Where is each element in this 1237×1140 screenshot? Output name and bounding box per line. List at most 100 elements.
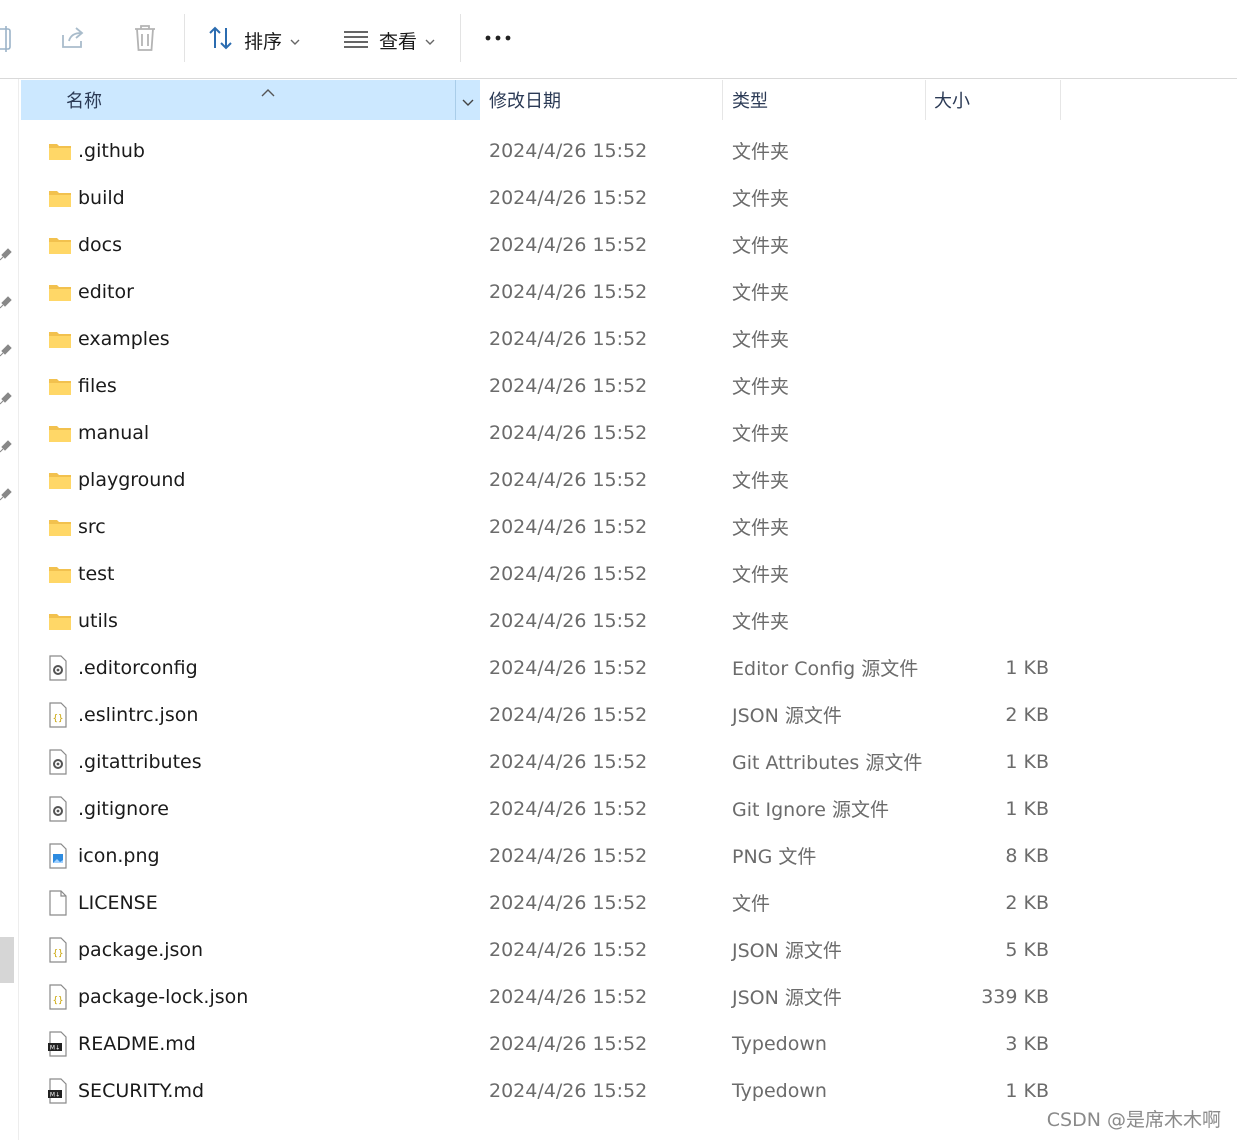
file-modified-date: 2024/4/26 15:52 [489,844,648,867]
file-name: editor [78,280,134,303]
file-name: package.json [78,938,204,961]
file-size: 1 KB [1005,1079,1049,1102]
more-options-button[interactable] [484,30,512,50]
file-modified-date: 2024/4/26 15:52 [489,656,648,679]
svg-text:M↓: M↓ [50,1044,60,1051]
file-row[interactable]: editor 2024/4/26 15:52 文件夹 [21,268,1061,315]
delete-button[interactable] [132,24,158,56]
file-row[interactable]: test 2024/4/26 15:52 文件夹 [21,550,1061,597]
file-type: 文件夹 [732,611,790,633]
file-row[interactable]: utils 2024/4/26 15:52 文件夹 [21,597,1061,644]
file-row[interactable]: docs 2024/4/26 15:52 文件夹 [21,221,1061,268]
file-type: 文件夹 [732,564,790,586]
command-bar: 排序 查看 [0,0,1237,79]
file-row[interactable]: files 2024/4/26 15:52 文件夹 [21,362,1061,409]
chevron-down-icon [425,31,435,50]
column-divider[interactable] [925,80,926,120]
file-row[interactable]: M↓ README.md 2024/4/26 15:52 Typedown 3 KB [21,1020,1061,1067]
file-modified-date: 2024/4/26 15:52 [489,139,648,162]
file-row[interactable]: build 2024/4/26 15:52 文件夹 [21,174,1061,221]
view-button[interactable]: 查看 [343,25,435,55]
file-name: build [78,186,125,209]
file-size [925,174,1049,221]
share-button[interactable] [60,25,86,55]
file-size [925,221,1049,268]
column-header-type[interactable]: 类型 [732,80,924,120]
image-file-icon [48,832,72,879]
column-divider[interactable] [722,80,723,120]
column-header-size[interactable]: 大小 [934,80,1058,120]
column-header-name-label: 名称 [66,91,102,112]
file-modified-date: 2024/4/26 15:52 [489,374,648,397]
file-row[interactable]: .editorconfig 2024/4/26 15:52 Editor Confi… [21,644,1061,691]
pin-icon [0,488,12,501]
file-row[interactable]: M↓ SECURITY.md 2024/4/26 15:52 Typedown 1 KB [21,1067,1061,1114]
file-row[interactable]: manual 2024/4/26 15:52 文件夹 [21,409,1061,456]
folder-icon [48,597,72,644]
column-header-size-label: 大小 [934,91,970,112]
file-type: Git Attributes 源文件 [732,752,923,774]
column-header-name[interactable]: 名称 [21,80,479,120]
file-name: .eslintrc.json [78,703,199,726]
file-row[interactable]: src 2024/4/26 15:52 文件夹 [21,503,1061,550]
rename-button[interactable] [0,26,14,56]
svg-text:{}: {} [53,996,64,1006]
view-list-icon [343,25,369,55]
column-divider[interactable] [1060,80,1061,120]
file-row[interactable]: .github 2024/4/26 15:52 文件夹 [21,127,1061,174]
file-size [925,503,1049,550]
file-modified-date: 2024/4/26 15:52 [489,515,648,538]
file-size: 1 KB [1005,797,1049,820]
folder-icon [48,409,72,456]
file-type: 文件 [732,893,771,915]
file-modified-date: 2024/4/26 15:52 [489,233,648,256]
svg-text:M↓: M↓ [50,1091,60,1098]
file-modified-date: 2024/4/26 15:52 [489,186,648,209]
svg-text:{}: {} [53,714,64,724]
file-size [925,268,1049,315]
file-size: 2 KB [1005,703,1049,726]
file-size [925,550,1049,597]
column-header-type-label: 类型 [732,91,768,112]
file-size [925,597,1049,644]
file-row[interactable]: {} package.json 2024/4/26 15:52 JSON 源文件 5 K… [21,926,1061,973]
folder-icon [48,268,72,315]
view-label: 查看 [379,30,418,53]
pin-icon [0,248,12,261]
file-row[interactable]: examples 2024/4/26 15:52 文件夹 [21,315,1061,362]
file-name: files [78,374,117,397]
watermark: CSDN @是席木木啊 [1046,1109,1221,1131]
file-type: Typedown [732,1079,827,1102]
toolbar-divider [460,14,461,62]
trash-icon [132,24,158,56]
file-type: Git Ignore 源文件 [732,799,889,821]
column-header-date[interactable]: 修改日期 [489,80,721,120]
json-file-icon: {} [48,973,72,1020]
file-row[interactable]: LICENSE 2024/4/26 15:52 文件 2 KB [21,879,1061,926]
file-row[interactable]: .gitignore 2024/4/26 15:52 Git Ignore 源文件 1… [21,785,1061,832]
folder-icon [48,174,72,221]
file-row[interactable]: playground 2024/4/26 15:52 文件夹 [21,456,1061,503]
file-name: icon.png [78,844,160,867]
markdown-file-icon: M↓ [48,1067,72,1114]
file-modified-date: 2024/4/26 15:52 [489,797,648,820]
file-name: .github [78,139,145,162]
file-type: Editor Config 源文件 [732,658,919,680]
file-modified-date: 2024/4/26 15:52 [489,1032,648,1055]
sort-button[interactable]: 排序 [208,25,300,55]
file-size: 1 KB [1005,750,1049,773]
file-modified-date: 2024/4/26 15:52 [489,985,648,1008]
scrollbar-thumb[interactable] [0,937,14,983]
file-row[interactable]: .gitattributes 2024/4/26 15:52 Git Attribu… [21,738,1061,785]
file-row[interactable]: {} .eslintrc.json 2024/4/26 15:52 JSON 源文件 2… [21,691,1061,738]
toolbar-divider [184,14,185,62]
file-name: examples [78,327,170,350]
file-size [925,127,1049,174]
config-file-icon [48,785,72,832]
column-filter-dropdown[interactable] [455,80,480,120]
file-modified-date: 2024/4/26 15:52 [489,938,648,961]
file-row[interactable]: icon.png 2024/4/26 15:52 PNG 文件 8 KB [21,832,1061,879]
file-row[interactable]: {} package-lock.json 2024/4/26 15:52 JSON 源… [21,973,1061,1020]
file-type: 文件夹 [732,282,790,304]
file-type: 文件夹 [732,470,790,492]
